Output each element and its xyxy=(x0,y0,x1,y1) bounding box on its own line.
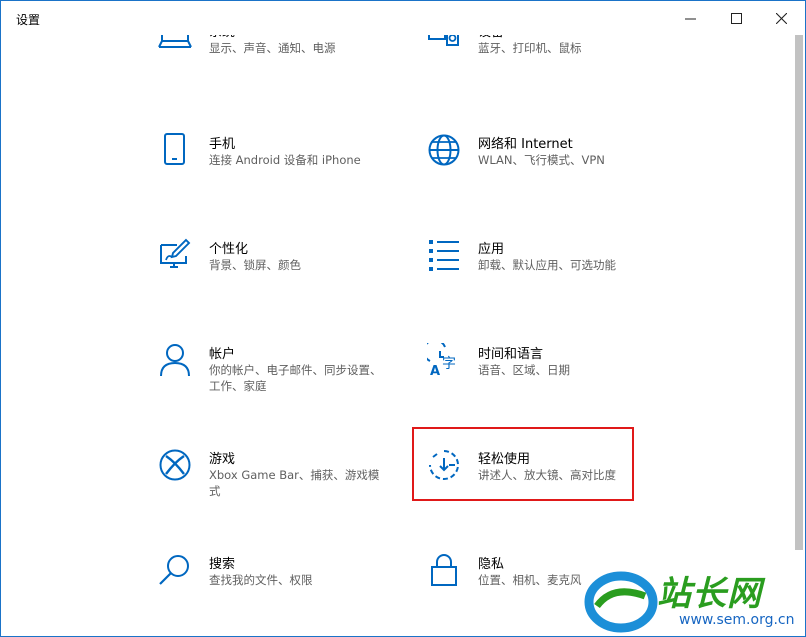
settings-item-desc: 语音、区域、日期 xyxy=(478,363,570,377)
settings-item-accounts[interactable]: 帐户 你的帐户、电子邮件、同步设置、工作、家庭 xyxy=(158,343,388,407)
settings-window: 设置 系统 显示、声音、通知、电源 设备 蓝牙、打印机、鼠标 xyxy=(0,0,806,637)
svg-text:字: 字 xyxy=(442,356,456,372)
settings-item-desc: WLAN、飞行模式、VPN xyxy=(478,153,605,167)
watermark-url: www.sem.org.cn xyxy=(679,612,795,628)
settings-item-title: 时间和语言 xyxy=(478,347,544,362)
watermark-logo xyxy=(584,571,658,633)
settings-item-phone[interactable]: 手机 连接 Android 设备和 iPhone xyxy=(158,133,388,197)
settings-item-title: 游戏 xyxy=(209,452,236,467)
settings-item-devices[interactable]: 设备 蓝牙、打印机、鼠标 xyxy=(427,35,657,85)
person-icon xyxy=(158,343,192,377)
settings-item-desc: 显示、声音、通知、电源 xyxy=(209,41,336,55)
window-title: 设置 xyxy=(16,13,41,27)
watermark: 站长网 www.sem.org.cn xyxy=(583,566,801,634)
settings-item-search[interactable]: 搜索 查找我的文件、权限 xyxy=(158,553,388,617)
phone-icon xyxy=(158,133,192,167)
settings-item-title: 搜索 xyxy=(209,557,236,572)
search-icon xyxy=(158,553,192,587)
settings-item-desc: 查找我的文件、权限 xyxy=(209,573,313,587)
settings-grid: 系统 显示、声音、通知、电源 设备 蓝牙、打印机、鼠标 手机 连接 Androi… xyxy=(1,35,789,636)
apps-icon xyxy=(427,238,461,272)
settings-item-title: 应用 xyxy=(478,242,505,257)
maximize-icon xyxy=(730,12,742,24)
close-button[interactable] xyxy=(758,1,804,35)
settings-item-system[interactable]: 系统 显示、声音、通知、电源 xyxy=(158,35,388,85)
settings-item-time-language[interactable]: A字 时间和语言 语音、区域、日期 xyxy=(422,339,657,407)
globe-icon xyxy=(427,133,461,167)
close-icon xyxy=(775,12,787,24)
time-language-icon: A字 xyxy=(422,339,461,379)
settings-item-title: 手机 xyxy=(209,137,236,152)
lock-icon xyxy=(427,553,461,587)
settings-item-network[interactable]: 网络和 Internet WLAN、飞行模式、VPN xyxy=(427,133,657,197)
watermark-text: 站长网 xyxy=(657,574,762,614)
settings-item-personalization[interactable]: 个性化 背景、锁屏、颜色 xyxy=(158,238,388,302)
scrollbar[interactable] xyxy=(793,35,803,636)
minimize-button[interactable] xyxy=(667,1,713,35)
settings-item-desc: 背景、锁屏、颜色 xyxy=(209,258,301,272)
scrollbar-thumb[interactable] xyxy=(795,35,803,550)
settings-item-apps[interactable]: 应用 卸载、默认应用、可选功能 xyxy=(427,238,657,302)
svg-text:A: A xyxy=(430,364,440,377)
settings-item-title: 隐私 xyxy=(478,557,505,572)
settings-item-title: 个性化 xyxy=(209,242,249,257)
devices-icon xyxy=(427,35,461,55)
settings-item-desc: 蓝牙、打印机、鼠标 xyxy=(478,41,582,55)
settings-item-gaming[interactable]: 游戏 Xbox Game Bar、捕获、游戏模式 xyxy=(158,448,388,512)
highlight-box xyxy=(412,427,634,501)
maximize-button[interactable] xyxy=(713,1,759,35)
settings-item-desc: 你的帐户、电子邮件、同步设置、工作、家庭 xyxy=(209,363,382,393)
settings-item-title: 帐户 xyxy=(209,347,236,362)
settings-item-desc: 卸载、默认应用、可选功能 xyxy=(478,258,616,272)
settings-item-desc: Xbox Game Bar、捕获、游戏模式 xyxy=(209,468,380,498)
personalization-icon xyxy=(158,238,192,272)
minimize-icon xyxy=(684,18,696,19)
laptop-icon xyxy=(158,35,192,55)
title-bar: 设置 xyxy=(1,1,805,35)
settings-item-desc: 连接 Android 设备和 iPhone xyxy=(209,153,361,167)
xbox-icon xyxy=(158,448,192,482)
settings-item-title: 网络和 Internet xyxy=(478,137,573,152)
